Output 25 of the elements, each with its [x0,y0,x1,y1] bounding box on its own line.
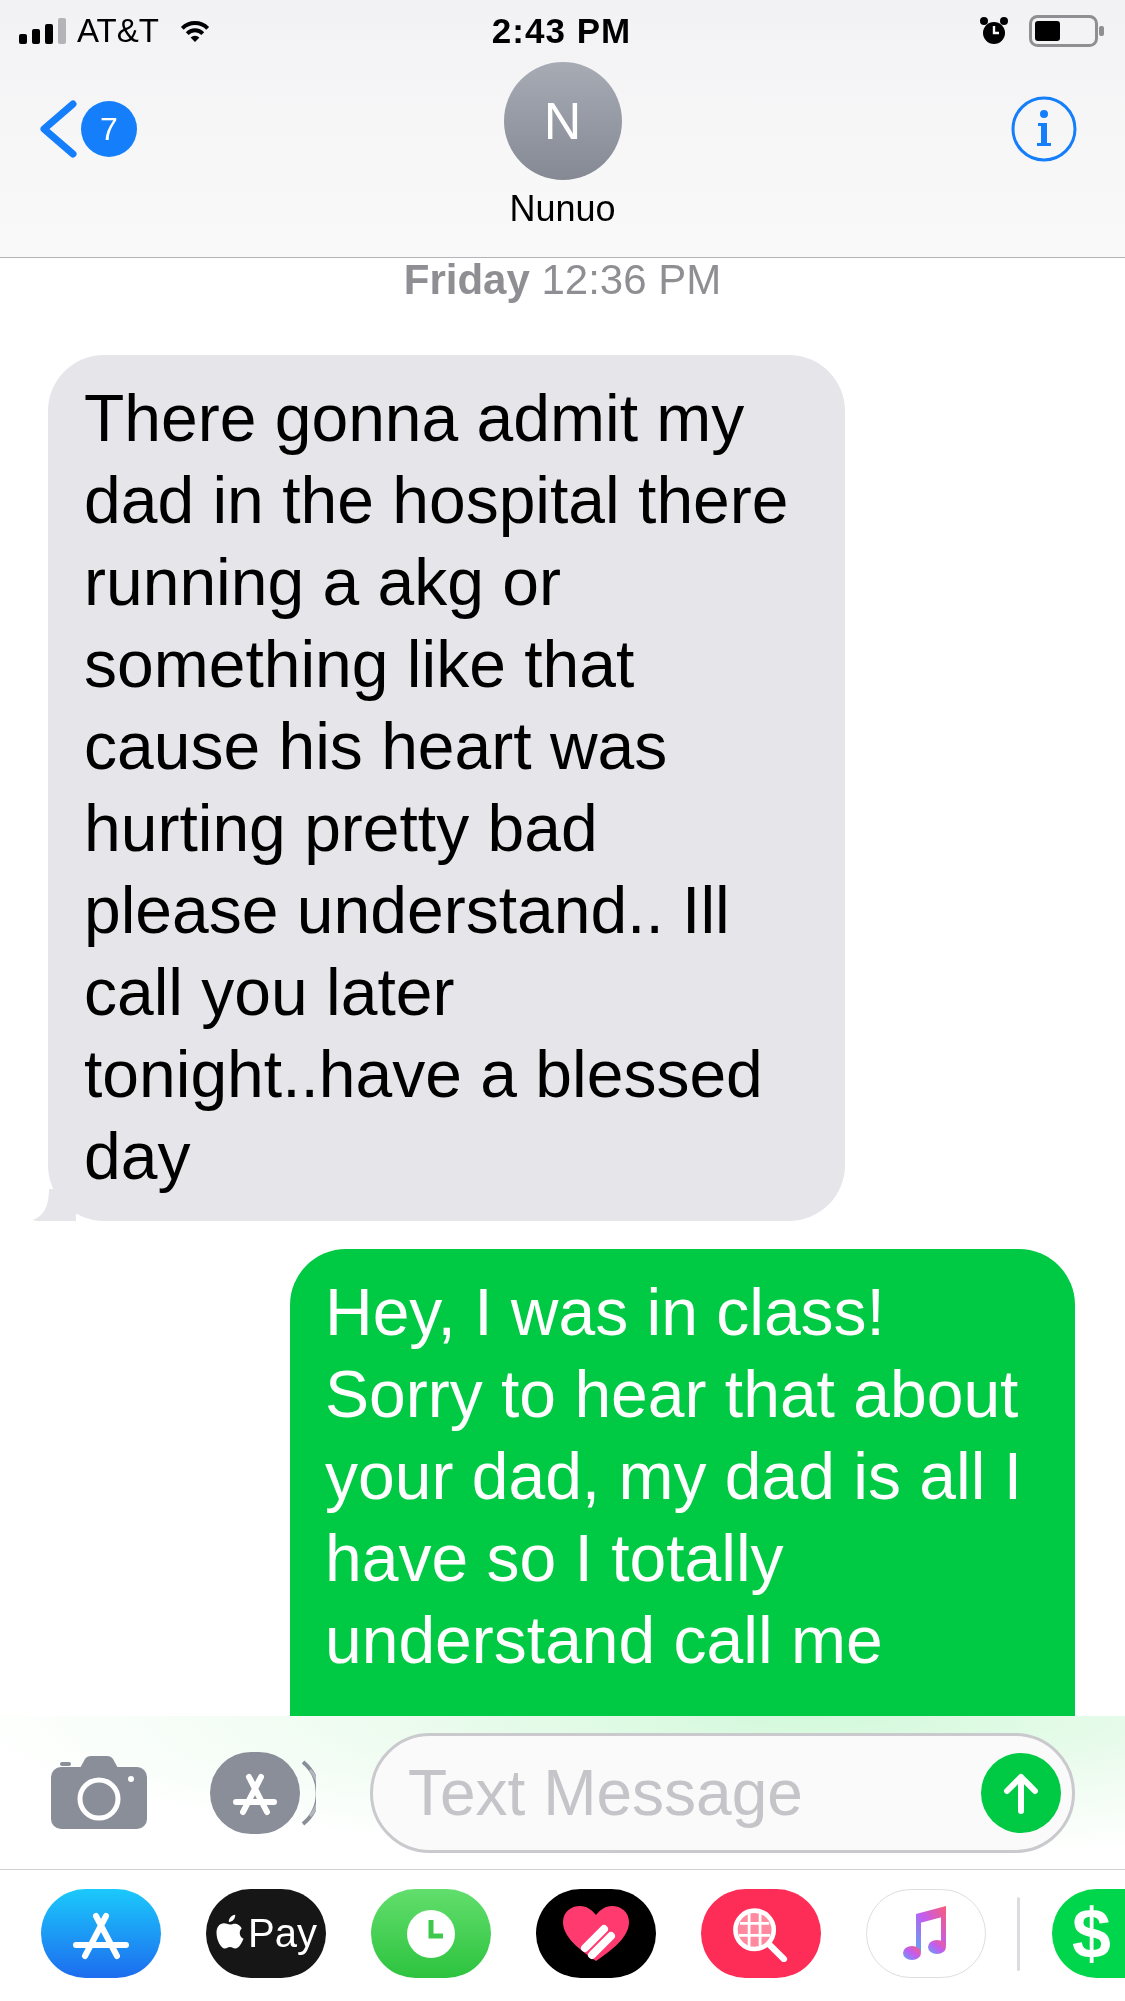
cash-app-button[interactable]: $ [1052,1889,1125,1978]
camera-icon [51,1756,147,1829]
alarm-clock-icon [979,16,1009,46]
info-button[interactable] [1011,96,1077,162]
unread-count-badge: 7 [81,101,137,157]
app-tray-button[interactable] [210,1751,316,1834]
battery-icon [1029,15,1104,47]
back-button[interactable]: 7 [38,100,137,158]
app-tray-icon [210,1751,316,1834]
signal-icon [19,18,66,44]
apple-icon [215,1913,246,1950]
message-timestamp: Friday 12:36 PM [403,258,722,302]
camera-button[interactable] [51,1756,147,1829]
info-icon [1011,96,1077,162]
received-message-bubble: There gonna admit my dad in the hospital there running a akg or something like that cause his heart was hurting pretty bad please understand.. Ill call you later tonight..have a blessed day [48,355,845,1221]
contact-avatar[interactable]: N [503,62,622,180]
pay-app-button[interactable]: Pay [206,1889,326,1978]
clock-icon [406,1908,456,1959]
wifi-icon [178,19,211,43]
carrier-name: AT&T [77,11,159,51]
chevron-left-icon [38,100,78,158]
status-time: 2:43 PM [491,11,632,51]
contact-name[interactable]: Nunuo [509,189,616,229]
heart-icon [561,1904,631,1963]
sent-message-bubble: Hey, I was in class! Sorry to hear that about your dad, my dad is all I have so I totally understand call me [290,1249,1075,1716]
